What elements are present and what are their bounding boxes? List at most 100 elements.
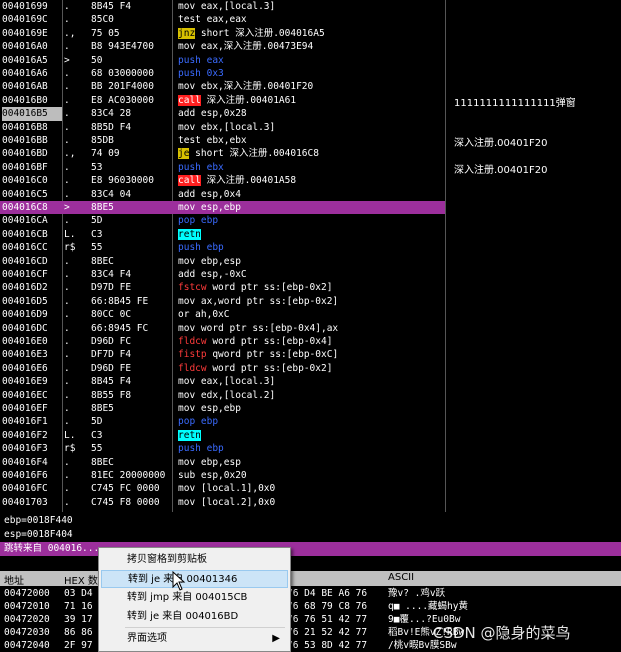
disasm-row[interactable]: 004016CA. 5D pop ebp bbox=[0, 214, 445, 227]
instruction-part: push 0x3 bbox=[178, 68, 224, 79]
disasm-row[interactable]: 004016BB. 85DB test ebx,ebx bbox=[0, 134, 445, 147]
disasm-instruction: mov ebx,[local.3] bbox=[178, 121, 443, 134]
disasm-hex: D96D FE bbox=[91, 362, 132, 374]
disasm-row[interactable]: 004016E0. D96D FC fldcw word ptr ss:[ebp-0… bbox=[0, 335, 445, 348]
disasm-marker: . bbox=[64, 295, 70, 307]
menu-item-label: 界面选项 bbox=[127, 633, 167, 644]
disasm-row[interactable]: 004016CB L. C3 retn bbox=[0, 228, 445, 241]
disasm-comment: 深入注册.00401F20 bbox=[454, 164, 548, 176]
disasm-hex: E8 AC030000 bbox=[91, 94, 154, 106]
disasm-instruction: call 深入注册.00401A61 bbox=[178, 94, 443, 107]
disasm-row[interactable]: 0040169E., 75 05 jnz short 深入注册.004016A5 bbox=[0, 27, 445, 40]
disasm-address: 004016DC bbox=[2, 322, 48, 334]
disasm-row[interactable]: 00401703. C745 F8 0000 mov [local.2],0x0 bbox=[0, 496, 445, 509]
instruction-part: retn bbox=[178, 228, 201, 240]
disasm-address: 004016FC bbox=[2, 483, 48, 495]
disasm-row[interactable]: 004016DC. 66:8945 FC mov word ptr ss:[ebp-… bbox=[0, 322, 445, 335]
disasm-row[interactable]: 004016BF. 53 push ebx bbox=[0, 161, 445, 174]
disasm-marker: . bbox=[64, 336, 70, 347]
instruction-part: short 深入注册.004016A5 bbox=[195, 27, 325, 39]
disasm-row[interactable]: 004016B5. 83C4 28 add esp,0x28 bbox=[0, 107, 445, 121]
dump-address: 00472000 bbox=[4, 588, 50, 599]
context-menu: 拷贝窗格到剪贴板 转到 je 来自 00401346 转到 jmp 来自 00401… bbox=[98, 547, 291, 652]
disassembly-pane[interactable]: 00401699. 8B45 F4 mov eax,[local.3] 0040169… bbox=[0, 0, 621, 512]
disasm-row[interactable]: 004016A5 >50 push eax bbox=[0, 54, 445, 67]
disasm-row[interactable]: 004016F6. 81EC 20000000 sub esp,0x20 bbox=[0, 469, 445, 482]
disasm-row[interactable]: 004016FC. C745 FC 0000 mov [local.1],0x0 bbox=[0, 482, 445, 495]
disasm-row[interactable]: 004016F1. 5D pop ebp bbox=[0, 415, 445, 428]
disasm-row[interactable]: 004016F2 L. C3 retn bbox=[0, 429, 445, 442]
disasm-instruction: fistp qword ptr ss:[ebp-0xC] bbox=[178, 348, 443, 361]
disasm-row[interactable]: 004016E3. DF7D F4 fistp qword ptr ss:[ebp-… bbox=[0, 348, 445, 361]
dump-header-address[interactable]: 地址 bbox=[4, 572, 24, 587]
disasm-hex: 74 09 bbox=[91, 148, 120, 160]
disasm-row[interactable]: 004016F3 r$ 55 push ebp bbox=[0, 442, 445, 455]
disasm-row[interactable]: 004016AB. BB 201F4000 mov ebx,深入注册.00401F2… bbox=[0, 80, 445, 93]
disasm-comment: 深入注册.00401F20 bbox=[454, 138, 548, 149]
disasm-row[interactable]: 004016C5. 83C4 04 add esp,0x4 bbox=[0, 188, 445, 201]
disasm-hex: 83C4 28 bbox=[91, 108, 132, 120]
disasm-row[interactable]: 004016A6. 68 03000000 push 0x3 bbox=[0, 67, 445, 80]
disasm-row[interactable]: 004016C8 >8BE5 mov esp,ebp bbox=[0, 201, 445, 215]
menu-goto-jmp-004015cb[interactable]: 转到 jmp 来自 004015CB bbox=[101, 589, 288, 607]
disasm-hex: C3 bbox=[91, 429, 103, 441]
disasm-row[interactable]: 004016BD., 74 09 je short 深入注册.004016C8 bbox=[0, 147, 445, 160]
disasm-row[interactable]: 004016B8. 8B5D F4 mov ebx,[local.3] bbox=[0, 121, 445, 134]
instruction-part: or ah,0xC bbox=[178, 309, 230, 321]
instruction-part: add esp,0x4 bbox=[178, 188, 241, 200]
disasm-instruction: fstcw word ptr ss:[ebp-0x2] bbox=[178, 281, 443, 294]
disasm-row[interactable]: 0040169C. 85C0 test eax,eax bbox=[0, 13, 445, 26]
menu-copy-pane[interactable]: 拷贝窗格到剪贴板 bbox=[101, 551, 288, 569]
disasm-row[interactable]: 00401699. 8B45 F4 mov eax,[local.3] bbox=[0, 0, 445, 13]
disasm-marker: L. bbox=[64, 429, 76, 441]
dump-row[interactable]: 00472000 03 D4 76 D4 BE A6 76 豫v? .鸡v跃 bbox=[0, 587, 621, 600]
disasm-hex: BB 201F4000 bbox=[91, 81, 154, 93]
instruction-part: push ebp bbox=[178, 443, 224, 455]
disasm-instruction: fldcw word ptr ss:[ebp-0x4] bbox=[178, 335, 443, 348]
disasm-row[interactable]: 004016D5. 66:8B45 FE mov ax,word ptr ss:[e… bbox=[0, 295, 445, 308]
info-jump-from[interactable]: 跳转来自 004016... bbox=[0, 542, 621, 556]
disasm-instruction: mov eax,[local.3] bbox=[178, 0, 443, 13]
disasm-address: 004016B8 bbox=[2, 121, 48, 133]
disasm-row[interactable]: 004016EF. 8BE5 mov esp,ebp bbox=[0, 402, 445, 415]
dump-row[interactable]: 00472010 71 16 76 68 79 C8 76 q■ ....藏蝎hy黄 bbox=[0, 600, 621, 613]
disasm-marker: . bbox=[64, 108, 70, 120]
dump-hex-end: 76 D4 BE A6 76 bbox=[287, 588, 368, 599]
disasm-row[interactable]: 004016CF. 83C4 F4 add esp,-0xC bbox=[0, 268, 445, 281]
menu-goto-je-00401346[interactable]: 转到 je 来自 00401346 bbox=[101, 570, 288, 588]
disasm-row[interactable]: 004016E6. D96D FE fldcw word ptr ss:[ebp-0… bbox=[0, 362, 445, 375]
disasm-instruction: pop ebp bbox=[178, 415, 443, 428]
disasm-marker: . bbox=[64, 81, 70, 93]
instruction-part: fistp bbox=[178, 349, 207, 361]
disasm-row[interactable]: 004016A0. B8 943E4700 mov eax,深入注册.00473E9… bbox=[0, 40, 445, 53]
dump-header-ascii[interactable]: ASCII bbox=[388, 572, 414, 583]
disasm-row[interactable]: 004016B0. E8 AC030000 call 深入注册.00401A61 bbox=[0, 94, 445, 107]
disasm-hex: 85DB bbox=[91, 135, 114, 146]
disasm-row[interactable]: 004016CD. 8BEC mov ebp,esp bbox=[0, 255, 445, 268]
disasm-instruction: push 0x3 bbox=[178, 67, 443, 80]
instruction-part: retn bbox=[178, 429, 201, 441]
disasm-row[interactable]: 004016F4. 8BEC mov ebp,esp bbox=[0, 456, 445, 469]
menu-interface-options[interactable]: 界面选项 ▶ bbox=[101, 630, 288, 648]
disasm-address: 004016F3 bbox=[2, 443, 48, 455]
instruction-part: sub esp,0x20 bbox=[178, 470, 247, 481]
instruction-part: mov ebp,esp bbox=[178, 255, 241, 267]
disasm-row[interactable]: 004016D9. 80CC 0C or ah,0xC bbox=[0, 308, 445, 321]
disasm-address: 004016F2 bbox=[2, 429, 48, 441]
disasm-address: 004016CF bbox=[2, 269, 48, 280]
disasm-row[interactable]: 004016EC. 8B55 F8 mov edx,[local.2] bbox=[0, 389, 445, 402]
disasm-marker: . bbox=[64, 362, 70, 374]
disasm-marker: . bbox=[64, 269, 70, 280]
disasm-marker: . bbox=[64, 121, 70, 133]
disasm-row[interactable]: 004016E9. 8B45 F4 mov eax,[local.3] bbox=[0, 375, 445, 388]
menu-goto-je-004016bd[interactable]: 转到 je 来自 004016BD bbox=[101, 608, 288, 626]
dump-ascii: 豫v? .鸡v跃 bbox=[388, 588, 446, 599]
dump-hex-end: 76 76 51 42 77 bbox=[287, 614, 368, 625]
disasm-hex: B8 943E4700 bbox=[91, 41, 154, 53]
disasm-marker: . bbox=[64, 41, 70, 53]
disasm-row[interactable]: 004016D2. D97D FE fstcw word ptr ss:[ebp-0… bbox=[0, 281, 445, 294]
disasm-address: 004016CC bbox=[2, 242, 48, 254]
disasm-row[interactable]: 004016C0. E8 96030000 call 深入注册.00401A58 bbox=[0, 174, 445, 187]
disasm-row[interactable]: 004016CC r$ 55 push ebp bbox=[0, 241, 445, 254]
disasm-address: 004016AB bbox=[2, 81, 48, 93]
